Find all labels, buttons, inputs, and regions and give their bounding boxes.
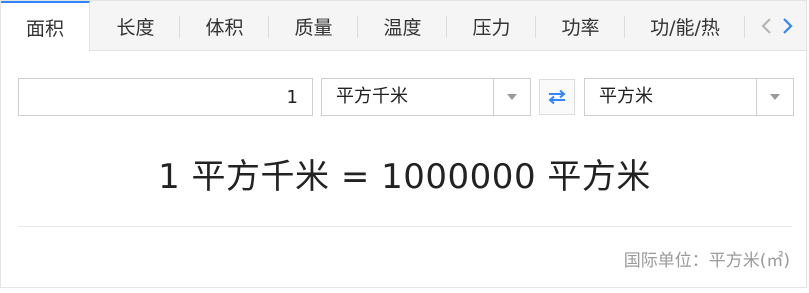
swap-arrows-icon	[548, 89, 566, 105]
conversion-result: 1 平方千米 = 1000000 平方米	[158, 157, 651, 197]
si-unit-note: 国际单位：平方米(㎡)	[623, 251, 790, 271]
tab-label: 功率	[561, 16, 600, 39]
tab-label: 面积	[25, 18, 64, 40]
to-unit-dropdown[interactable]	[756, 79, 793, 115]
tab-label: 体积	[205, 16, 244, 39]
tab-volume[interactable]: 体积	[180, 1, 269, 51]
unit-category-tabs: 面积 长度 体积 质量 温度 压力 功率 功/能/热	[1, 1, 806, 52]
value-input[interactable]	[18, 78, 313, 116]
tab-label: 功/能/热	[650, 16, 720, 39]
tab-work-energy-heat[interactable]: 功/能/热	[625, 1, 745, 51]
caret-down-icon	[770, 94, 780, 100]
tab-label: 质量	[294, 16, 333, 39]
tab-scroll-controls	[760, 17, 794, 35]
tab-temperature[interactable]: 温度	[358, 1, 447, 51]
tab-label: 温度	[383, 16, 422, 39]
tab-label: 长度	[116, 16, 155, 39]
to-unit-label: 平方米	[599, 86, 653, 107]
chevron-left-icon[interactable]	[760, 17, 774, 35]
unit-converter-widget: 面积 长度 体积 质量 温度 压力 功率 功/能/热 1 平方千米 平方米 1 …	[0, 0, 807, 288]
from-unit-select[interactable]: 平方千米	[321, 78, 531, 116]
swap-units-button[interactable]	[539, 79, 575, 115]
tab-power[interactable]: 功率	[536, 1, 625, 51]
tab-pressure[interactable]: 压力	[447, 1, 536, 51]
caret-down-icon	[507, 94, 517, 100]
from-unit-dropdown[interactable]	[493, 79, 530, 115]
from-unit-label: 平方千米	[336, 86, 408, 107]
divider	[18, 226, 792, 227]
chevron-right-icon[interactable]	[780, 17, 794, 35]
to-unit-select[interactable]: 平方米	[584, 78, 794, 116]
tab-mass[interactable]: 质量	[269, 1, 358, 51]
tab-area[interactable]: 面积	[1, 1, 90, 52]
tab-label: 压力	[472, 16, 511, 39]
tab-length[interactable]: 长度	[91, 1, 180, 51]
